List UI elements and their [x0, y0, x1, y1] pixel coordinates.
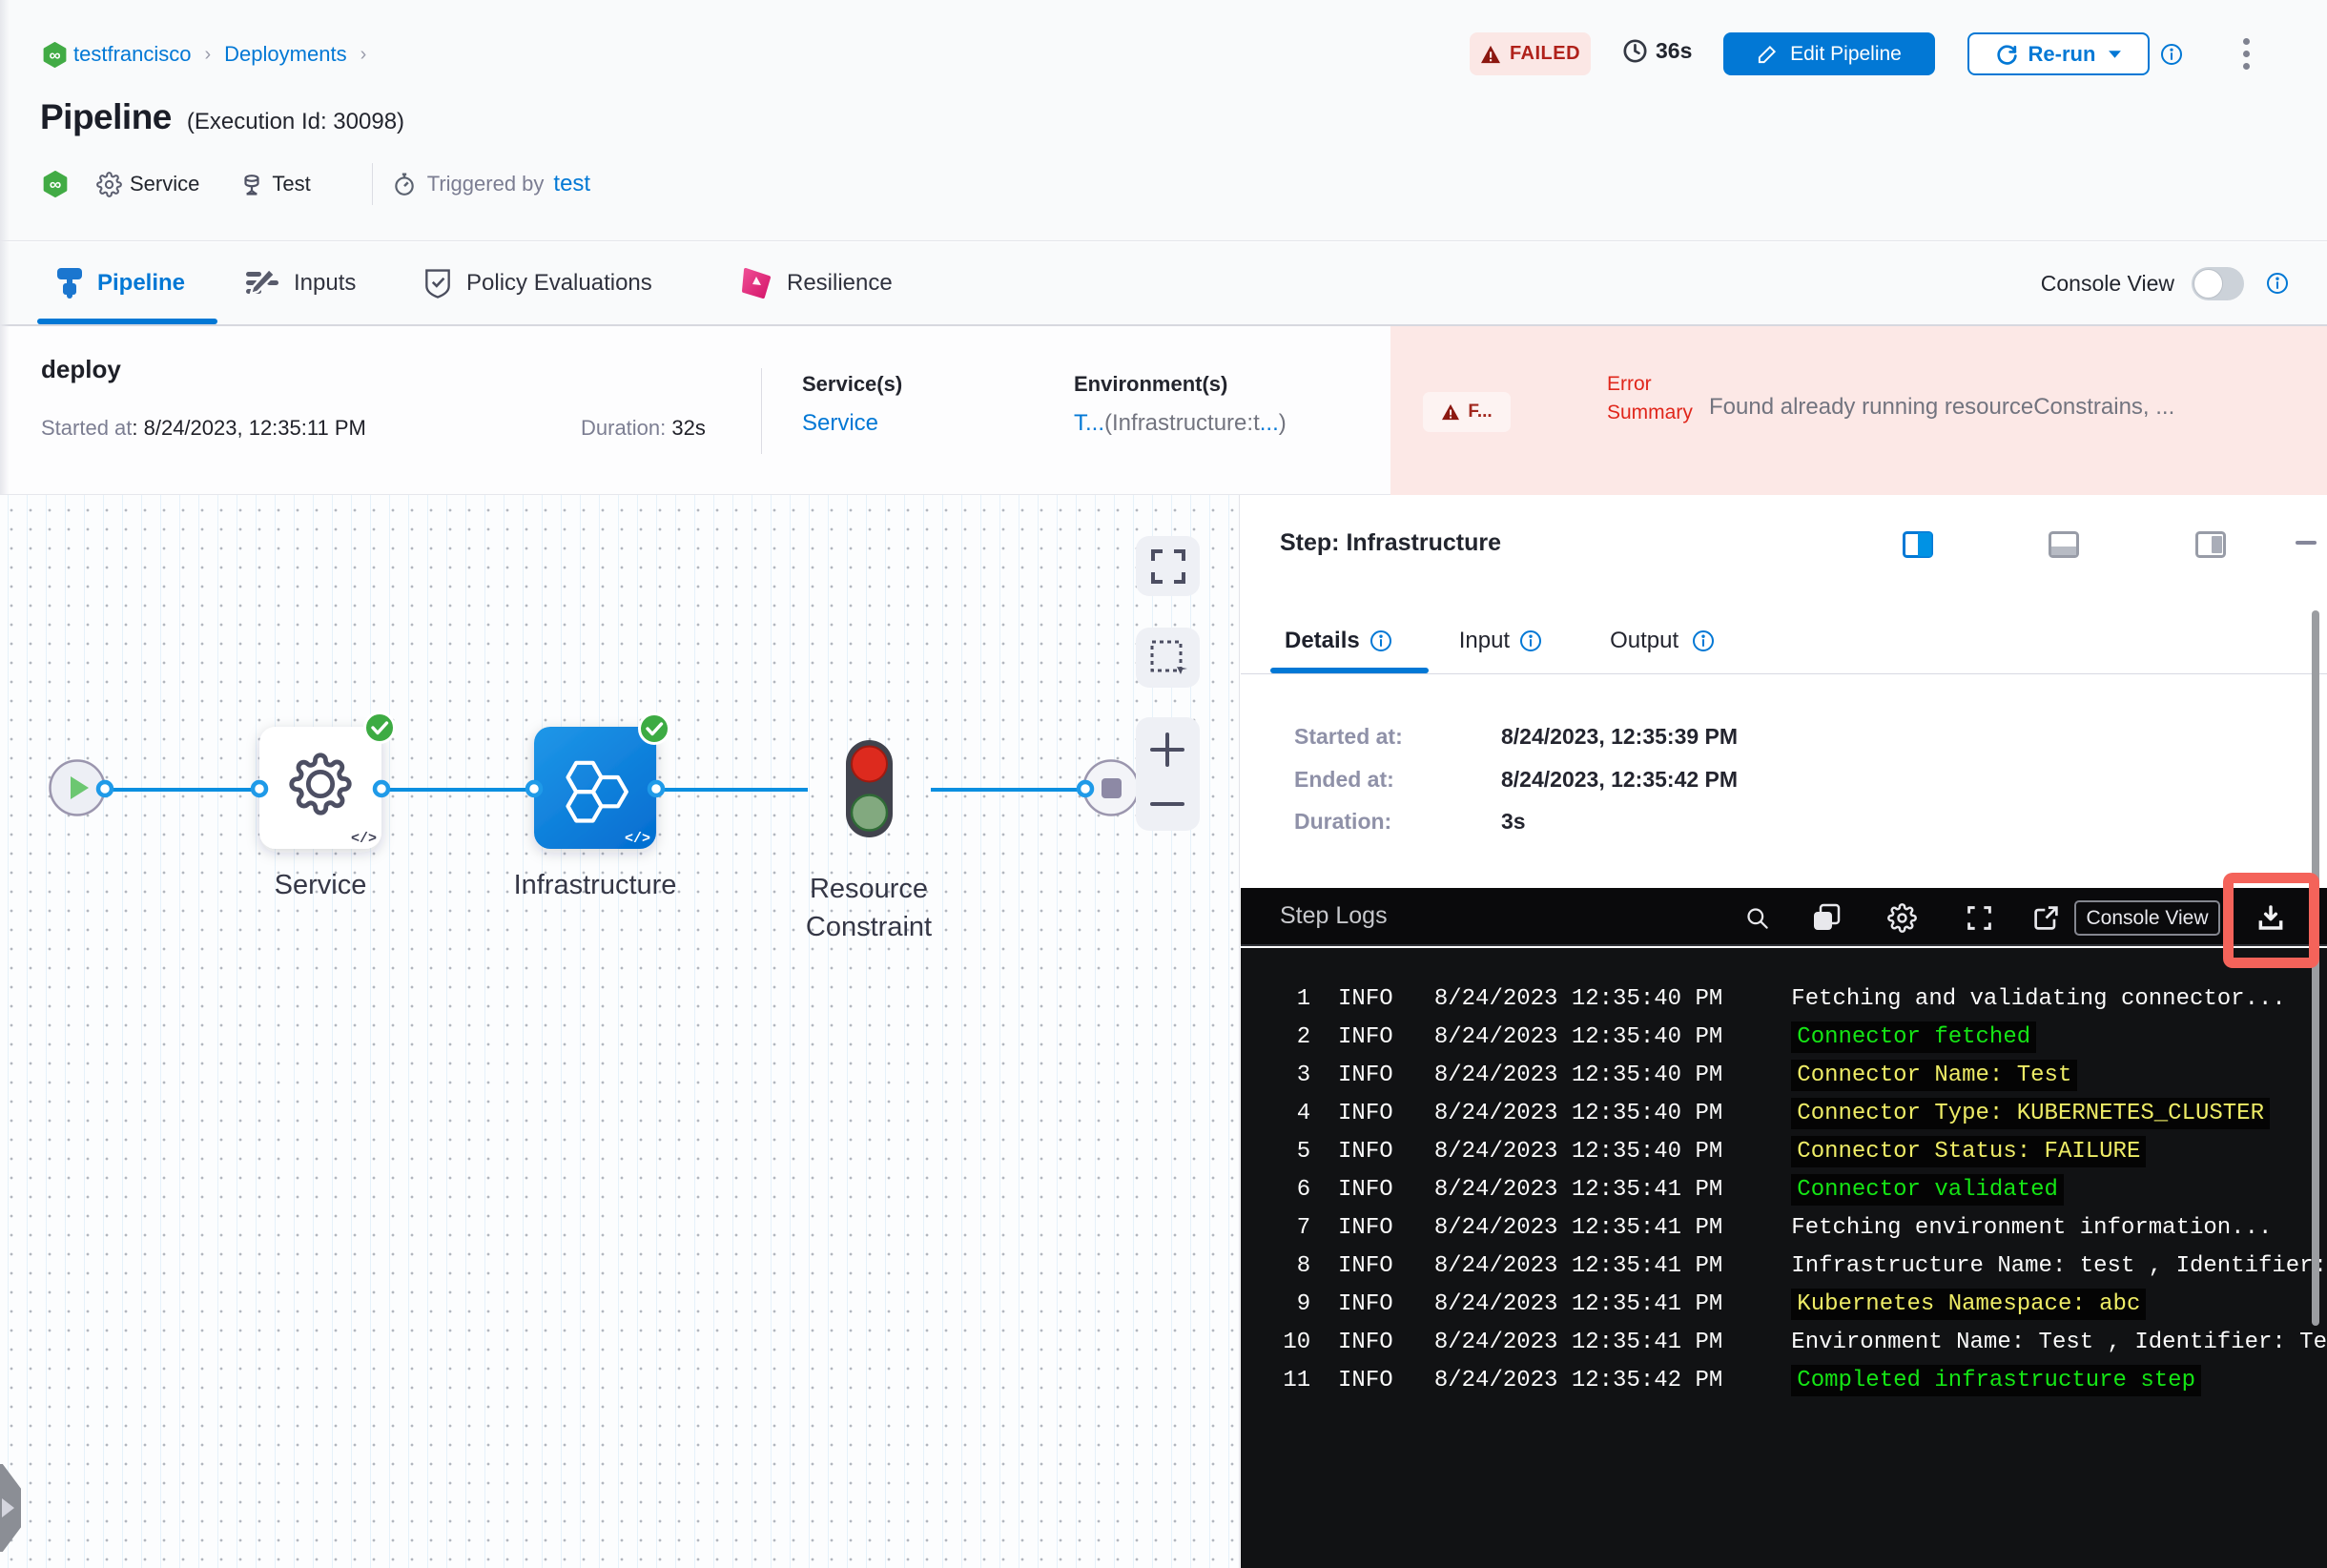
- svg-text:∞: ∞: [49, 46, 60, 64]
- svg-text:∞: ∞: [50, 175, 62, 194]
- svg-text:</>: </>: [351, 831, 377, 847]
- svg-text:</>: </>: [625, 831, 650, 847]
